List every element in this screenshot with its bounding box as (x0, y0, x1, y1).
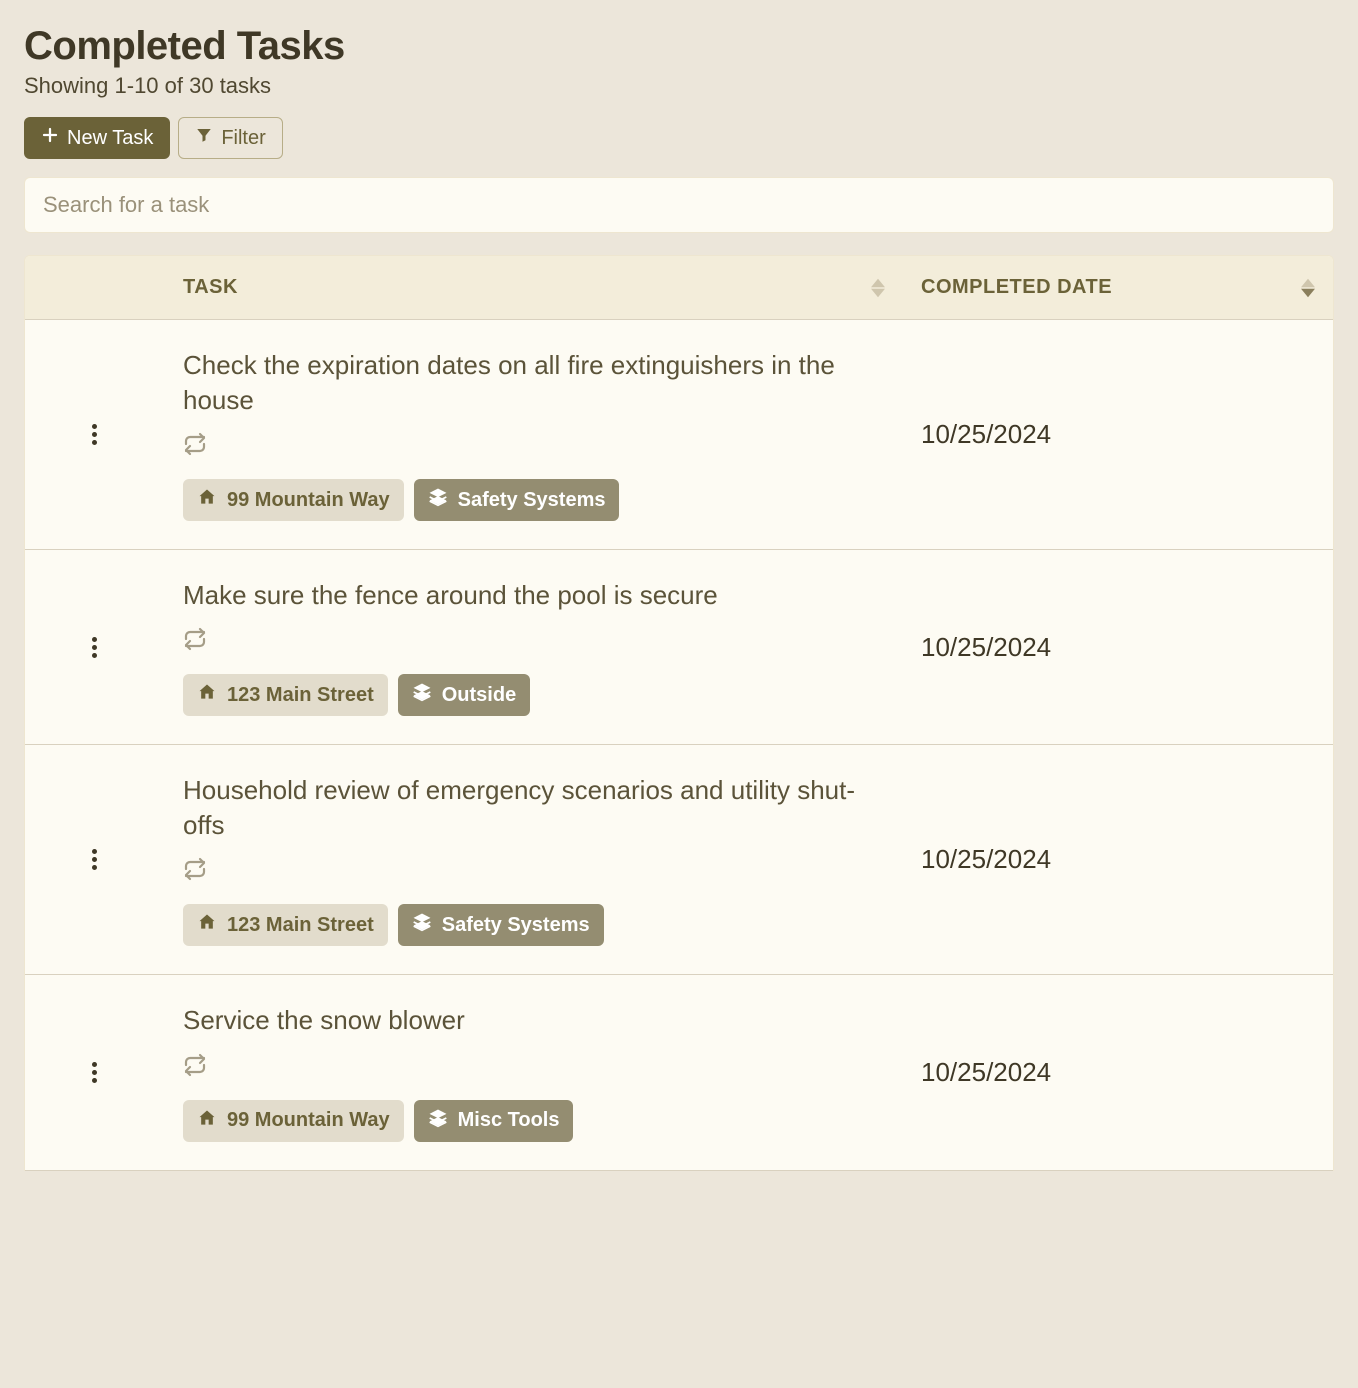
table-row: Make sure the fence around the pool is s… (25, 550, 1333, 745)
category-chip[interactable]: Outside (398, 674, 530, 716)
table-row: Check the expiration dates on all fire e… (25, 320, 1333, 550)
row-menu-button[interactable] (92, 849, 98, 870)
task-title[interactable]: Household review of emergency scenarios … (183, 773, 885, 843)
category-label: Outside (442, 684, 516, 707)
home-icon (197, 1108, 217, 1134)
property-label: 123 Main Street (227, 914, 374, 937)
page-title: Completed Tasks (24, 24, 1334, 69)
row-menu-button[interactable] (92, 637, 98, 658)
plus-icon (41, 126, 59, 150)
completed-date: 10/25/2024 (921, 1003, 1315, 1141)
completed-date: 10/25/2024 (921, 348, 1315, 521)
recurring-icon (183, 627, 885, 656)
layers-icon (428, 1108, 448, 1134)
new-task-label: New Task (67, 127, 153, 150)
category-chip[interactable]: Safety Systems (414, 479, 620, 521)
category-chip[interactable]: Safety Systems (398, 904, 604, 946)
property-chip[interactable]: 99 Mountain Way (183, 1100, 404, 1142)
recurring-icon (183, 432, 885, 461)
page-subtitle: Showing 1-10 of 30 tasks (24, 73, 1334, 99)
table-row: Household review of emergency scenarios … (25, 745, 1333, 975)
tasks-table: TASK COMPLETED DATE Check the expiration… (24, 255, 1334, 1171)
table-header: TASK COMPLETED DATE (25, 256, 1333, 320)
new-task-button[interactable]: New Task (24, 117, 170, 159)
filter-label: Filter (221, 127, 265, 150)
category-label: Misc Tools (458, 1109, 560, 1132)
property-chip[interactable]: 99 Mountain Way (183, 479, 404, 521)
completed-date: 10/25/2024 (921, 773, 1315, 946)
property-chip[interactable]: 123 Main Street (183, 904, 388, 946)
home-icon (197, 487, 217, 513)
table-row: Service the snow blower 99 Mountain Way Mi… (25, 975, 1333, 1170)
column-header-task[interactable]: TASK (165, 256, 903, 319)
completed-date: 10/25/2024 (921, 578, 1315, 716)
task-title[interactable]: Make sure the fence around the pool is s… (183, 578, 885, 613)
row-menu-button[interactable] (92, 1062, 98, 1083)
layers-icon (412, 682, 432, 708)
property-label: 99 Mountain Way (227, 1109, 390, 1132)
category-chip[interactable]: Misc Tools (414, 1100, 574, 1142)
category-label: Safety Systems (458, 489, 606, 512)
search-input[interactable] (24, 177, 1334, 233)
task-title[interactable]: Check the expiration dates on all fire e… (183, 348, 885, 418)
layers-icon (428, 487, 448, 513)
layers-icon (412, 912, 432, 938)
task-title[interactable]: Service the snow blower (183, 1003, 885, 1038)
property-label: 99 Mountain Way (227, 489, 390, 512)
category-label: Safety Systems (442, 914, 590, 937)
home-icon (197, 682, 217, 708)
property-chip[interactable]: 123 Main Street (183, 674, 388, 716)
recurring-icon (183, 857, 885, 886)
home-icon (197, 912, 217, 938)
property-label: 123 Main Street (227, 684, 374, 707)
row-menu-button[interactable] (92, 424, 98, 445)
filter-icon (195, 126, 213, 150)
sort-icon (871, 278, 885, 298)
filter-button[interactable]: Filter (178, 117, 282, 159)
sort-icon (1301, 278, 1315, 298)
recurring-icon (183, 1053, 885, 1082)
column-header-completed-date[interactable]: COMPLETED DATE (903, 256, 1333, 319)
